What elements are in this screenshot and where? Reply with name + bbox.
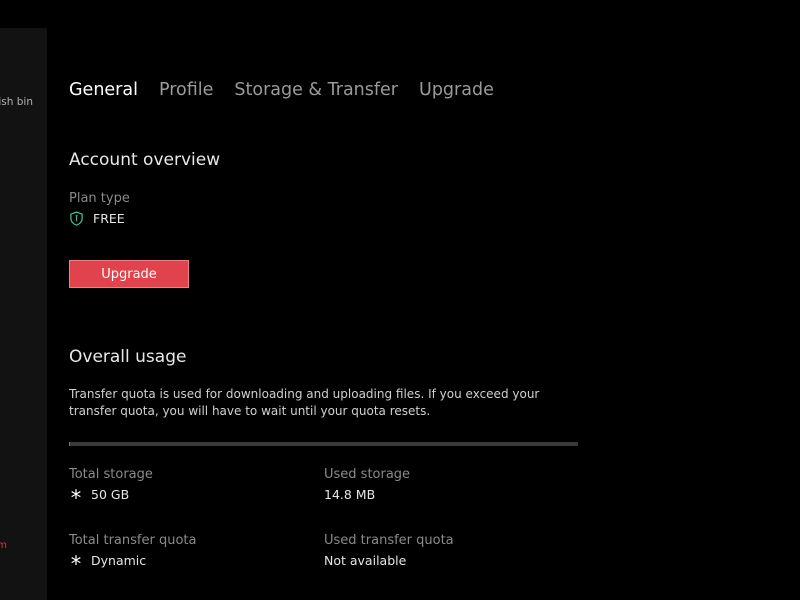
settings-main: General Profile Storage & Transfer Upgra… xyxy=(69,0,789,600)
plan-type-text: FREE xyxy=(93,211,125,226)
used-storage-value: 14.8 MB xyxy=(324,487,376,502)
usage-progress-bar xyxy=(69,442,578,446)
tab-storage-transfer[interactable]: Storage & Transfer xyxy=(234,80,398,100)
sidebar-item-rubbish-bin[interactable]: bish bin xyxy=(0,96,33,108)
settings-tabs: General Profile Storage & Transfer Upgra… xyxy=(69,80,515,100)
total-transfer-quota-label: Total transfer quota xyxy=(69,533,197,548)
sidebar: bish bin m xyxy=(0,28,47,600)
tab-upgrade[interactable]: Upgrade xyxy=(419,80,494,100)
plan-type-label: Plan type xyxy=(69,191,130,206)
tab-profile[interactable]: Profile xyxy=(159,80,213,100)
total-storage-value: * 50 GB xyxy=(69,485,130,510)
used-storage-label: Used storage xyxy=(324,467,411,482)
total-transfer-quota-text: Dynamic xyxy=(91,553,147,568)
total-transfer-quota-value: * Dynamic xyxy=(69,551,147,576)
overall-usage-title: Overall usage xyxy=(69,347,187,367)
account-overview-title: Account overview xyxy=(69,150,221,170)
transfer-quota-description: Transfer quota is used for downloading a… xyxy=(69,387,540,418)
plan-type-value: FREE xyxy=(69,211,125,226)
asterisk-icon: * xyxy=(70,551,82,576)
total-storage-text: 50 GB xyxy=(91,487,130,502)
used-transfer-quota-value: Not available xyxy=(324,553,407,568)
used-transfer-quota-label: Used transfer quota xyxy=(324,533,454,548)
total-storage-label: Total storage xyxy=(69,467,153,482)
asterisk-icon: * xyxy=(70,485,82,510)
sidebar-red-label[interactable]: m xyxy=(0,540,7,551)
upgrade-button[interactable]: Upgrade xyxy=(69,260,189,288)
shield-icon xyxy=(70,211,83,226)
tab-general[interactable]: General xyxy=(69,80,138,100)
